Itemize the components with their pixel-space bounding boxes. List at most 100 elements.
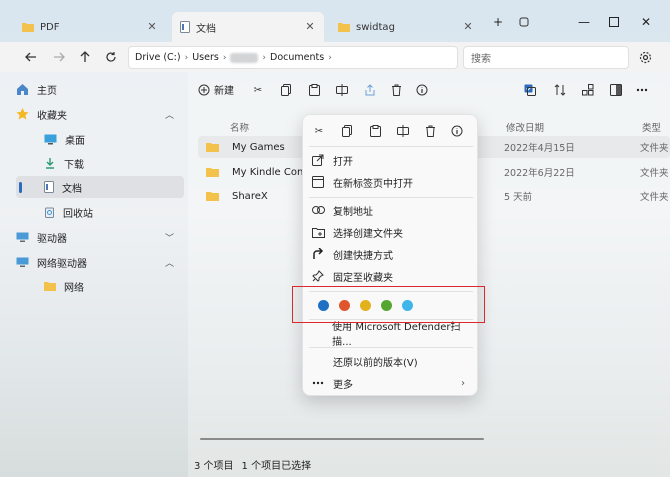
sidebar-item-label: 主页: [37, 85, 57, 97]
menu-item-label: 固定至收藏夹: [333, 272, 393, 284]
delete-icon[interactable]: [422, 123, 438, 139]
sidebar-item-documents[interactable]: 文档: [16, 176, 184, 198]
paste-icon[interactable]: [367, 123, 383, 139]
cut-icon[interactable]: ✂: [250, 82, 266, 98]
copy-icon[interactable]: [278, 82, 294, 98]
sidebar-item-home[interactable]: 主页: [16, 78, 184, 100]
tab-bar: PDF ✕ 文档 ✕ swidtag ✕ + — ✕: [0, 0, 670, 42]
settings-gear-icon[interactable]: [636, 48, 654, 66]
column-header-name[interactable]: 名称: [230, 120, 249, 134]
chevron-right-icon: ›: [184, 52, 189, 63]
close-icon[interactable]: ✕: [462, 21, 474, 33]
menu-item-select-create-folder[interactable]: 选择创建文件夹: [311, 222, 471, 242]
star-icon: [16, 108, 29, 120]
delete-icon[interactable]: [388, 82, 404, 98]
menu-separator: [309, 146, 473, 147]
annotation-highlight-box: [292, 286, 485, 323]
sidebar-item-label: 文档: [62, 183, 82, 195]
close-icon[interactable]: ✕: [304, 21, 316, 33]
close-window-button[interactable]: ✕: [636, 14, 656, 30]
sort-icon[interactable]: [552, 82, 568, 98]
chevron-right-icon: ›: [222, 52, 227, 63]
share-icon[interactable]: [362, 82, 378, 98]
group-icon[interactable]: [580, 82, 596, 98]
breadcrumb-documents[interactable]: Documents: [270, 52, 324, 63]
maximize-button[interactable]: [604, 14, 624, 30]
cut-icon[interactable]: ✂: [311, 123, 327, 139]
selection-indicator: [19, 182, 22, 193]
file-type: 文件夹: [640, 143, 669, 154]
sidebar-item-network[interactable]: 网络: [44, 275, 184, 297]
properties-icon[interactable]: [414, 82, 430, 98]
forward-arrow-icon[interactable]: [50, 48, 68, 66]
menu-item-label: 复制地址: [333, 206, 373, 218]
more-icon: [311, 381, 325, 385]
rename-icon[interactable]: [395, 123, 411, 139]
new-tab-icon: [311, 176, 325, 188]
tab-label: swidtag: [356, 21, 395, 33]
horizontal-scrollbar[interactable]: [200, 438, 484, 440]
chevron-up-icon[interactable]: ︿: [165, 108, 174, 121]
breadcrumb-username-blurred[interactable]: [230, 52, 259, 63]
search-placeholder: 搜索: [471, 54, 491, 65]
menu-item-copy-path[interactable]: 复制地址: [311, 200, 471, 220]
chevron-down-icon[interactable]: ﹀: [165, 231, 174, 244]
breadcrumb-drive[interactable]: Drive (C:): [135, 52, 181, 63]
document-icon: [44, 181, 54, 193]
folder-icon: [22, 22, 34, 32]
menu-item-label: 还原以前的版本(V): [333, 357, 418, 369]
menu-item-open-in-new-tab[interactable]: 在新标签页中打开: [311, 172, 471, 192]
address-bar[interactable]: Drive (C:) › Users › › Documents ›: [128, 46, 458, 69]
tab-documents[interactable]: 文档 ✕: [172, 12, 324, 42]
new-button-label: 新建: [214, 86, 234, 97]
copy-icon[interactable]: [339, 123, 355, 139]
shortcut-icon: [311, 248, 325, 260]
search-input[interactable]: 搜索: [463, 46, 629, 69]
sidebar-item-label: 下载: [64, 159, 84, 171]
breadcrumb-users[interactable]: Users: [192, 52, 219, 63]
menu-item-restore-previous-versions[interactable]: 还原以前的版本(V): [311, 351, 471, 371]
refresh-icon[interactable]: [102, 48, 120, 66]
tab-overview-icon[interactable]: [514, 14, 534, 30]
minimize-button[interactable]: —: [574, 14, 594, 30]
menu-item-open[interactable]: 打开: [311, 150, 471, 170]
menu-item-pin-to-favorites[interactable]: 固定至收藏夹: [311, 266, 471, 286]
chevron-right-icon: ›: [461, 377, 465, 389]
sidebar-item-label: 网络驱动器: [37, 258, 87, 270]
sidebar-item-label: 桌面: [65, 135, 85, 147]
tab-swidtag[interactable]: swidtag ✕: [330, 12, 482, 42]
pin-icon: [311, 270, 325, 282]
chevron-up-icon[interactable]: ︿: [165, 256, 174, 269]
properties-icon[interactable]: [449, 123, 465, 139]
column-header-type[interactable]: 类型: [642, 120, 661, 134]
sidebar-item-desktop[interactable]: 桌面: [44, 128, 184, 150]
select-all-icon[interactable]: [522, 82, 538, 98]
sidebar-item-label: 回收站: [63, 208, 93, 220]
tab-pdf[interactable]: PDF ✕: [14, 12, 166, 42]
rename-icon[interactable]: [334, 82, 350, 98]
sidebar-item-recycle-bin[interactable]: 回收站: [44, 201, 184, 223]
up-arrow-icon[interactable]: [76, 48, 94, 66]
sidebar-item-label: 收藏夹: [37, 110, 67, 122]
more-options-icon[interactable]: [634, 82, 650, 98]
sidebar-item-drives[interactable]: 驱动器 ﹀: [16, 226, 184, 248]
sidebar-item-downloads[interactable]: 下载: [44, 152, 184, 174]
document-icon: [180, 21, 190, 33]
menu-item-label: 创建快捷方式: [333, 250, 393, 262]
paste-icon[interactable]: [306, 82, 322, 98]
menu-item-create-shortcut[interactable]: 创建快捷方式: [311, 244, 471, 264]
close-icon[interactable]: ✕: [146, 21, 158, 33]
sidebar-item-favorites[interactable]: 收藏夹 ︿: [16, 103, 184, 125]
menu-item-more[interactable]: 更多 ›: [311, 373, 471, 393]
menu-item-defender-scan[interactable]: 使用 Microsoft Defender扫描...: [311, 322, 471, 348]
sidebar-item-network-drives[interactable]: 网络驱动器 ︿: [16, 251, 184, 273]
new-tab-button[interactable]: +: [488, 14, 508, 30]
new-button[interactable]: 新建: [198, 82, 234, 97]
chevron-right-icon: ›: [262, 52, 267, 63]
preview-pane-icon[interactable]: [608, 82, 624, 98]
menu-item-label: 打开: [333, 156, 353, 168]
sidebar-item-label: 驱动器: [37, 233, 67, 245]
file-date: 2022年6月22日: [504, 168, 575, 179]
column-header-date[interactable]: 修改日期: [506, 120, 544, 134]
back-arrow-icon[interactable]: [22, 48, 40, 66]
